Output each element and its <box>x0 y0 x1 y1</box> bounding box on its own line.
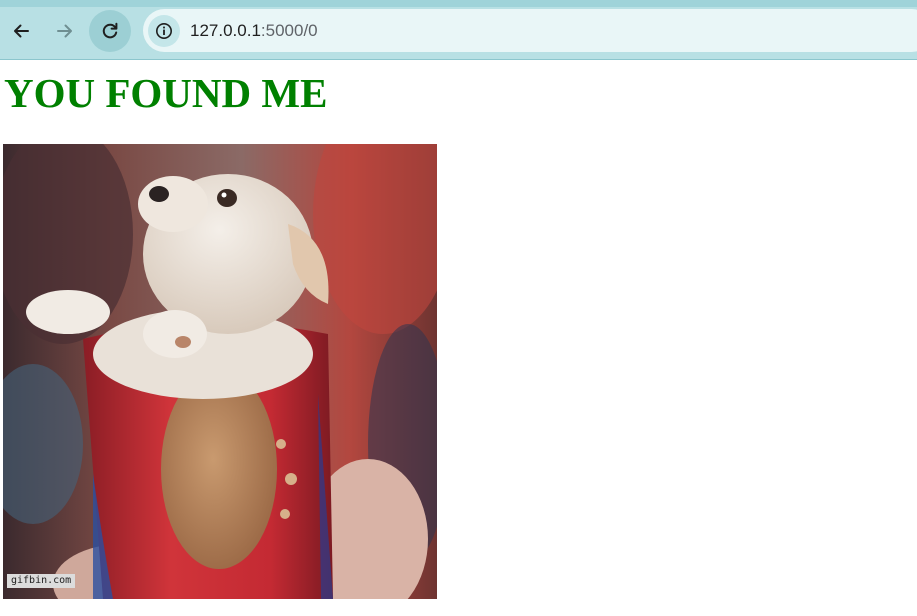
gif-watermark: gifbin.com <box>7 574 76 588</box>
address-bar[interactable]: 127.0.0.1:5000/0 <box>143 9 917 52</box>
url-host: 127.0.0.1 <box>190 21 261 40</box>
reload-icon <box>102 22 118 39</box>
site-info-button[interactable] <box>148 15 180 47</box>
arrow-right-icon <box>57 24 72 38</box>
browser-toolbar: 127.0.0.1:5000/0 <box>0 0 917 60</box>
page-heading: YOU FOUND ME <box>4 70 328 116</box>
forward-button[interactable] <box>44 10 86 52</box>
reload-button[interactable] <box>89 10 131 52</box>
url-text[interactable]: 127.0.0.1:5000/0 <box>190 20 318 42</box>
url-path: :5000/0 <box>260 21 318 40</box>
puppy-in-cup-image <box>3 144 437 599</box>
info-icon <box>156 23 172 39</box>
back-button[interactable] <box>0 10 42 52</box>
arrow-left-icon <box>14 24 29 38</box>
puppy-gif: gifbin.com <box>3 144 437 599</box>
